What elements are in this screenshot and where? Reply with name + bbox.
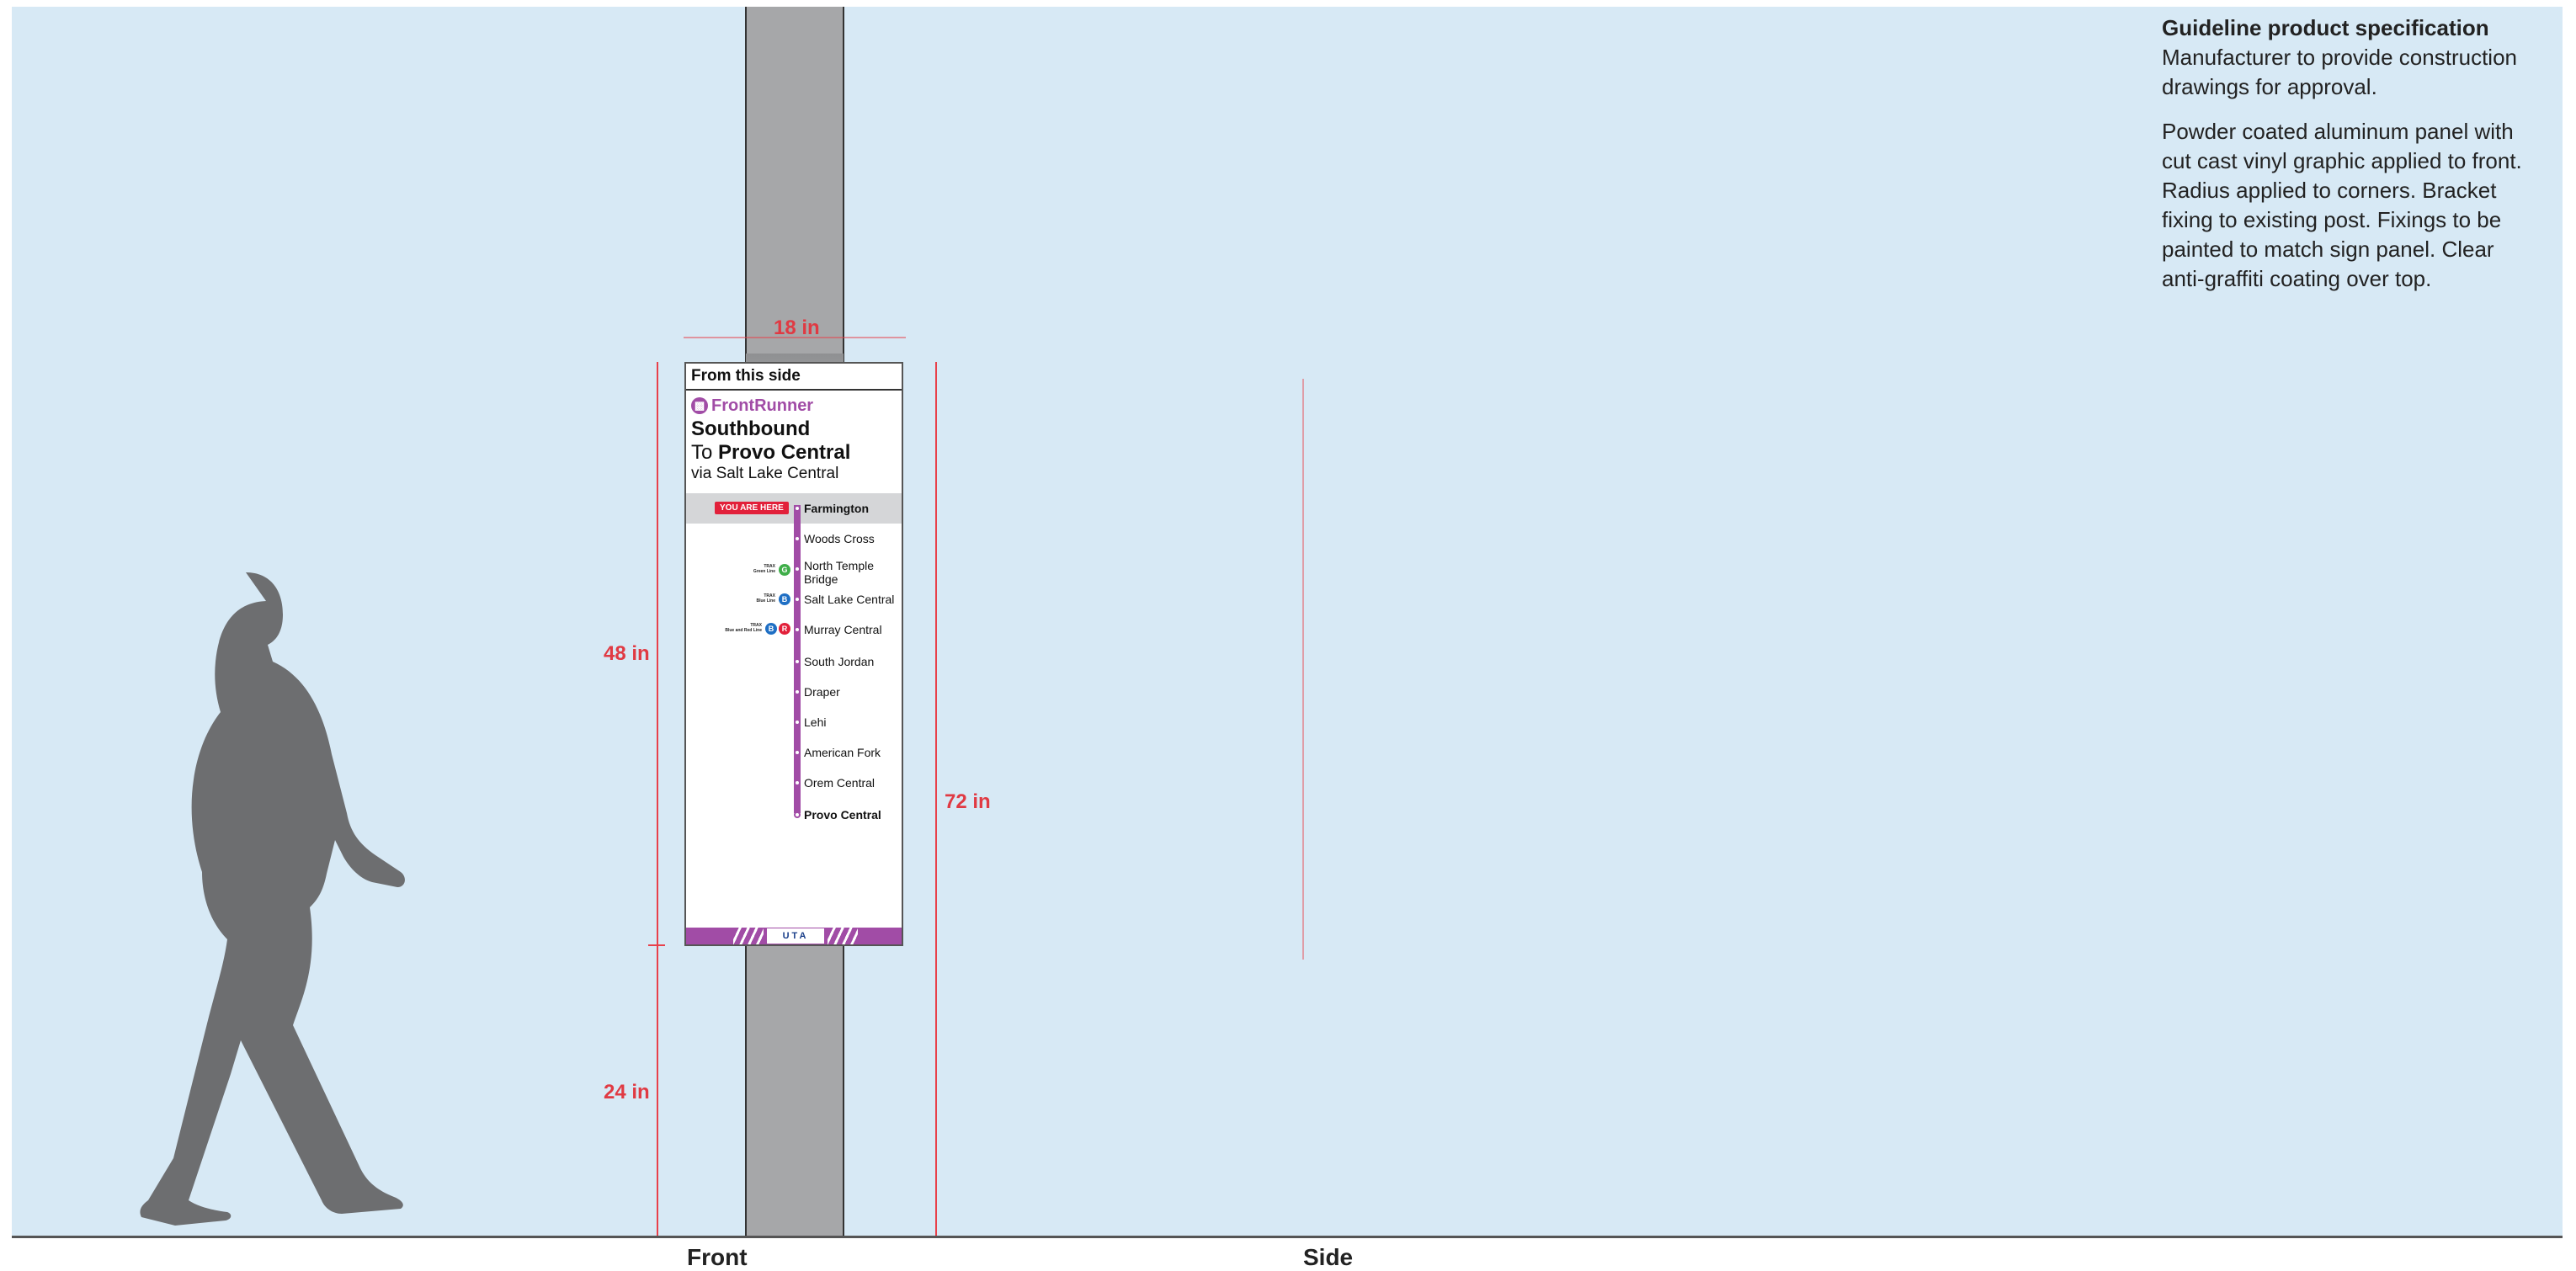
blue-line-icon-2: B — [765, 623, 777, 635]
station-name: Draper — [804, 685, 840, 699]
station-dot — [794, 658, 801, 665]
connection-label-green: TRAX Green Line — [743, 564, 775, 574]
station-name: Salt Lake Central — [804, 593, 895, 606]
station-dot — [794, 779, 801, 786]
right-dimension-line — [935, 362, 937, 1236]
front-view-label: Front — [687, 1244, 748, 1270]
station-dot — [794, 505, 801, 512]
left-dimension-line — [657, 362, 658, 1236]
station-label: American Fork — [804, 746, 881, 759]
station-label: Murray Central — [804, 623, 882, 636]
footer-stripes-right — [828, 928, 858, 944]
total-height-label: 72 in — [945, 790, 991, 813]
station-dot — [794, 811, 801, 818]
conn-green-l2: Green Line — [753, 569, 775, 574]
panel-bottom-tick — [648, 944, 665, 946]
ground-line — [12, 1236, 2563, 1238]
you-are-here-badge: YOU ARE HERE — [715, 502, 789, 514]
sign-from-text: From this side — [691, 367, 801, 385]
to-prefix: To — [691, 441, 713, 464]
panel-height-label: 48 in — [604, 642, 650, 665]
brand-name: FrontRunner — [711, 396, 814, 415]
station-label: North Temple Bridge — [804, 559, 874, 586]
green-line-icon: G — [779, 564, 790, 576]
station-dot — [794, 535, 801, 542]
station-name: Farmington — [804, 502, 869, 515]
red-line-icon: R — [779, 623, 790, 635]
station-dot — [794, 626, 801, 633]
base-height-label: 24 in — [604, 1081, 650, 1103]
station-label: Provo Central — [804, 808, 881, 822]
station-name: Provo Central — [804, 808, 881, 822]
footer-stripes-left — [733, 928, 764, 944]
connection-label-blue: TRAX Blue Line — [743, 593, 775, 604]
spec-paragraph-1: Manufacturer to provide construction dra… — [2162, 45, 2517, 99]
station-label: Woods Cross — [804, 532, 875, 545]
side-view-label: Side — [1303, 1244, 1354, 1270]
station-name: South Jordan — [804, 655, 875, 668]
station-dot — [794, 719, 801, 726]
person-silhouette — [140, 572, 405, 1226]
sign-direction: Southbound — [691, 417, 811, 440]
station-dot — [794, 749, 801, 756]
spec-title: Guideline product specification — [2162, 15, 2489, 40]
station-label: Farmington — [804, 502, 869, 515]
train-icon: ▩ — [691, 397, 708, 414]
station-label: Draper — [804, 685, 840, 699]
station-label: Orem Central — [804, 776, 875, 790]
side-view-profile — [1302, 379, 1304, 960]
station-label: Salt Lake Central — [804, 593, 894, 606]
sign-destination: To Provo Central — [691, 441, 850, 465]
station-name: North Temple — [804, 559, 875, 572]
station-dot — [794, 689, 801, 695]
station-name: Woods Cross — [804, 532, 875, 545]
sign-divider — [686, 389, 902, 391]
station-dot — [794, 596, 801, 603]
sign-via: via Salt Lake Central — [691, 465, 839, 482]
station-dot — [794, 566, 801, 572]
sign-footer-bar: UTA — [686, 928, 902, 944]
sign-brand: ▩ FrontRunner — [691, 394, 813, 417]
station-name: American Fork — [804, 746, 881, 759]
width-dimension-label: 18 in — [774, 316, 820, 339]
conn-br-l2: Blue and Red Line — [725, 628, 762, 633]
specification-notes: Guideline product specification Manufact… — [2162, 13, 2541, 309]
connection-label-bluered: TRAX Blue and Red Line — [711, 623, 762, 633]
station-name: Murray Central — [804, 623, 882, 636]
station-name: Orem Central — [804, 776, 876, 790]
uta-logo: UTA — [767, 928, 824, 944]
station-name: Lehi — [804, 715, 827, 729]
to-station: Provo Central — [718, 441, 851, 464]
station-label: South Jordan — [804, 655, 874, 668]
spec-paragraph-2: Powder coated aluminum panel with cut ca… — [2162, 119, 2522, 291]
blue-line-icon: B — [779, 593, 790, 605]
station-label: Lehi — [804, 715, 826, 729]
conn-blue-l2: Blue Line — [756, 598, 775, 604]
sign-panel: From this side ▩ FrontRunner Southbound … — [684, 362, 903, 946]
station-name-line2: Bridge — [804, 572, 838, 586]
